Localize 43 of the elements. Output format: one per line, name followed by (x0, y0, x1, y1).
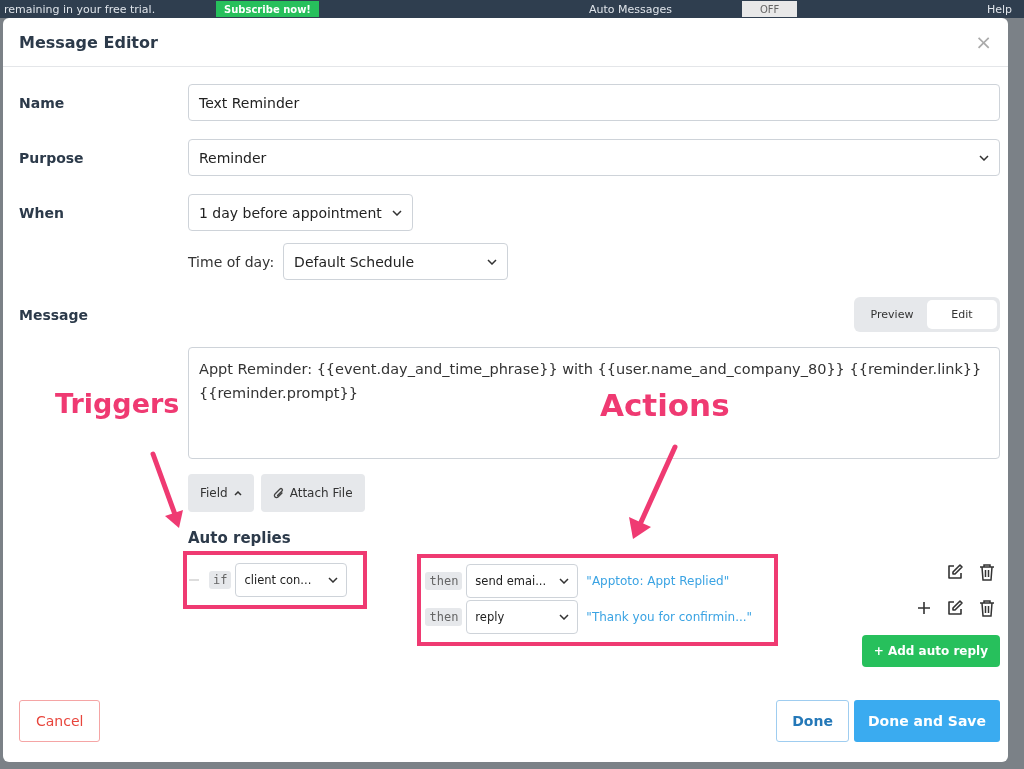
cancel-button[interactable]: Cancel (19, 700, 101, 742)
chevron-down-icon (328, 577, 339, 583)
keyword-tag: if (209, 571, 232, 589)
done-button[interactable]: Done (776, 700, 849, 742)
chevron-down-icon (979, 154, 989, 161)
plus-icon (917, 600, 931, 615)
page-title: Auto Messages (588, 2, 672, 16)
keyword-tag: then (425, 572, 463, 590)
section-heading: Auto replies (188, 529, 292, 547)
trigger-select[interactable]: client con... (235, 563, 348, 597)
paperclip-icon (272, 486, 284, 500)
chevron-down-icon (559, 614, 570, 620)
annotation-label: Actions (600, 387, 730, 423)
trash-icon (979, 562, 995, 581)
select-field[interactable]: Default Schedule (283, 243, 509, 280)
action-select[interactable]: reply (466, 600, 579, 634)
off-toggle[interactable]: OFF (741, 1, 798, 17)
connector-line (189, 579, 199, 581)
edit-icon (946, 598, 964, 617)
keyword-tag: then (425, 608, 463, 626)
field-label: Purpose (19, 149, 85, 166)
mode-tab[interactable]: Edit (927, 300, 997, 329)
chevron-up-icon (233, 490, 242, 496)
select-field[interactable]: Reminder (188, 139, 1000, 176)
field-label: Name (19, 94, 66, 111)
field-button[interactable]: Field (188, 474, 254, 512)
field-label: Message (19, 306, 90, 323)
field-label: When (19, 204, 65, 221)
trial-notice: remaining in your free trial. (4, 2, 157, 16)
chevron-down-icon (392, 209, 402, 216)
edit-icon (946, 562, 964, 581)
select-field[interactable]: 1 day before appointment (188, 194, 413, 231)
mode-tab[interactable]: Preview (857, 300, 927, 329)
attach-file-button[interactable]: Attach File (260, 474, 365, 512)
annotation-label: Triggers (55, 388, 180, 419)
help-link[interactable]: Help (986, 2, 1012, 16)
trash-icon (979, 598, 995, 617)
chevron-down-icon (559, 578, 570, 584)
field-label: Time of day: (188, 253, 275, 270)
dialog-title: Message Editor (19, 32, 158, 52)
action-select[interactable]: send emai... (466, 564, 579, 598)
chevron-down-icon (487, 258, 498, 265)
text-field[interactable]: Text Reminder (188, 84, 1000, 121)
